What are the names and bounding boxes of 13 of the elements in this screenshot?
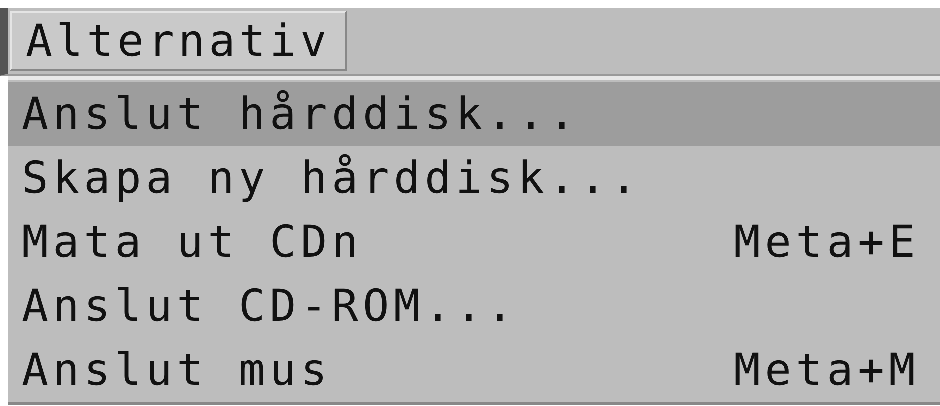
menu-item-label: Anslut hårddisk... bbox=[22, 88, 581, 140]
menu-item[interactable]: Anslut hårddisk... bbox=[8, 82, 940, 146]
menu-item-label: Mata ut CDn bbox=[22, 216, 364, 268]
shortcut-label: Meta+M bbox=[734, 344, 920, 396]
menu-item[interactable]: Skapa ny hårddisk... bbox=[8, 146, 940, 210]
menu-item[interactable]: Mata ut CDn Meta+E bbox=[8, 210, 940, 274]
menu-item-label: Anslut CD-ROM... bbox=[22, 280, 519, 332]
menu-item-label: Skapa ny hårddisk... bbox=[22, 152, 643, 204]
menu-item[interactable]: Anslut mus Meta+M bbox=[8, 338, 940, 402]
menu-item-label: Anslut mus bbox=[22, 344, 333, 396]
menu-item[interactable]: Anslut CD-ROM... bbox=[8, 274, 940, 338]
shortcut-label: Meta+E bbox=[734, 216, 920, 268]
menu-title[interactable]: Alternativ bbox=[10, 11, 347, 71]
